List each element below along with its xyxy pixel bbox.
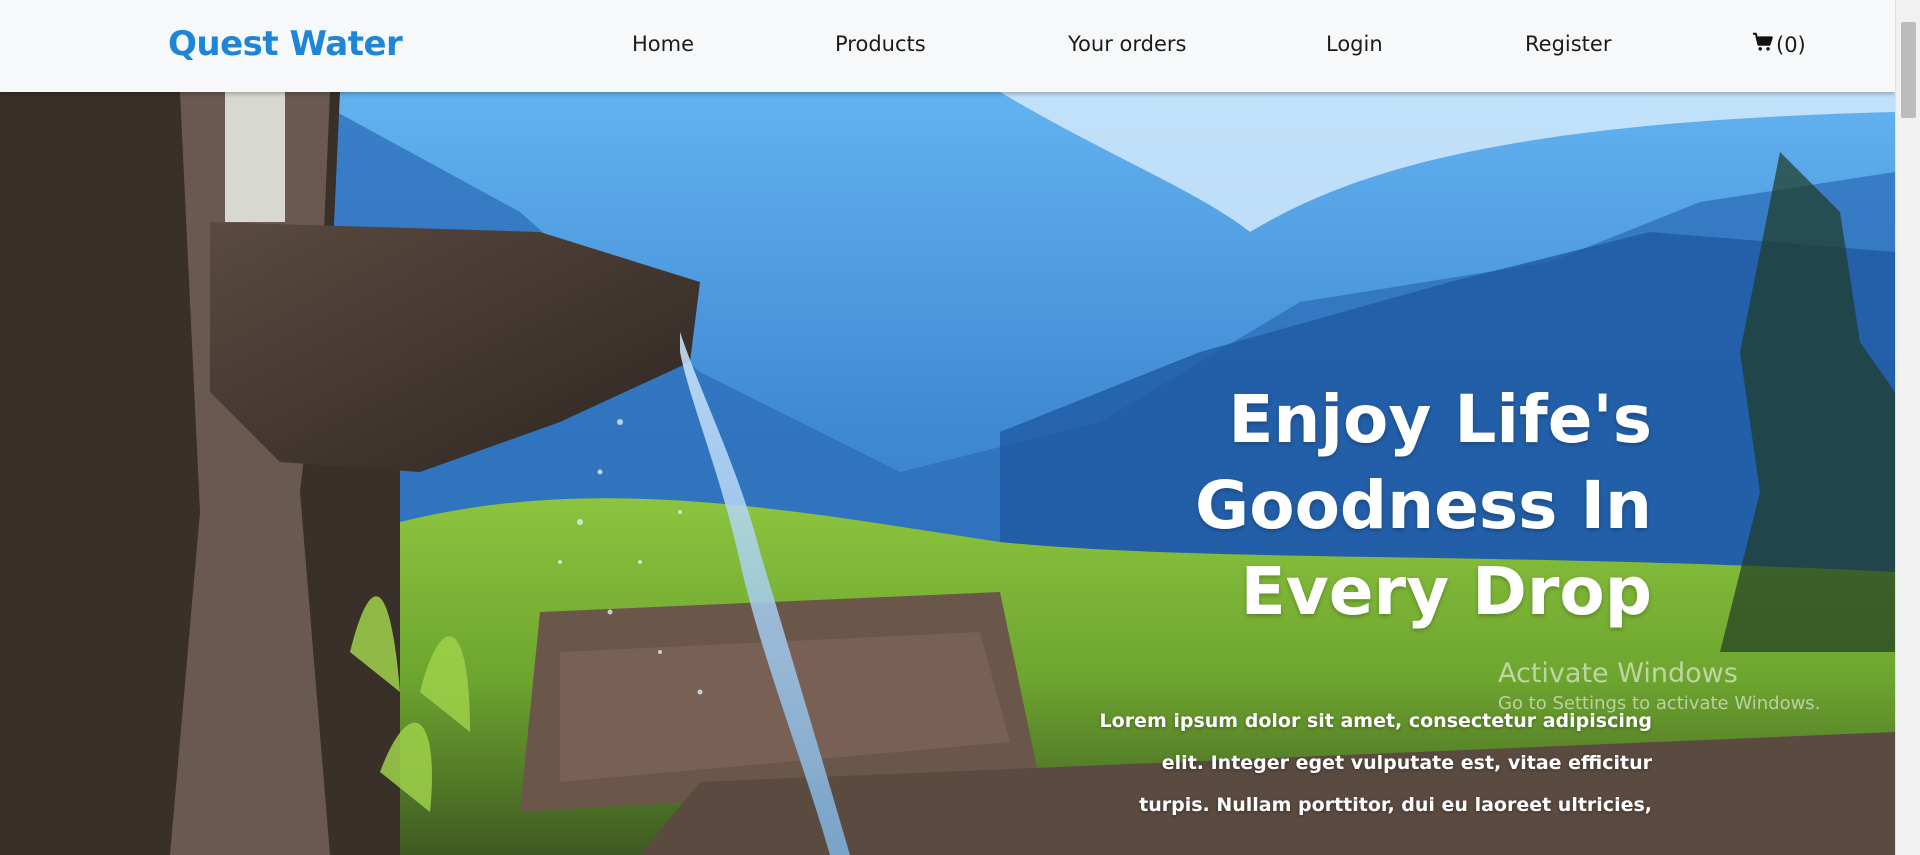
watermark-title: Activate Windows [1498,658,1738,689]
hero-description: Lorem ipsum dolor sit amet, consectetur … [1099,710,1652,816]
scrollbar-thumb[interactable] [1901,22,1916,118]
vertical-scrollbar[interactable] [1895,0,1920,855]
nav-home[interactable]: Home [632,32,694,56]
brand-logo[interactable]: Quest Water [168,24,403,64]
hero-headline: Enjoy Life's Goodness In Every Drop [1195,377,1652,635]
navbar: Quest Water Home Products Your orders Lo… [0,0,1895,92]
cart-icon [1752,31,1774,58]
headline-line-1: Enjoy Life's [1228,381,1652,458]
headline-line-3: Every Drop [1240,553,1652,630]
cart-button[interactable]: (0) [1752,31,1806,58]
activate-windows-watermark: Activate Windows Go to Settings to activ… [1498,658,1820,714]
cart-count: (0) [1776,32,1806,57]
headline-line-2: Goodness In [1195,467,1652,544]
hero-banner: Enjoy Life's Goodness In Every Drop Lore… [0,92,1895,855]
nav-products[interactable]: Products [835,32,926,56]
nav-register[interactable]: Register [1525,32,1611,56]
nav-your-orders[interactable]: Your orders [1068,32,1186,56]
watermark-subtitle: Go to Settings to activate Windows. [1498,693,1821,714]
nav-login[interactable]: Login [1326,32,1383,56]
